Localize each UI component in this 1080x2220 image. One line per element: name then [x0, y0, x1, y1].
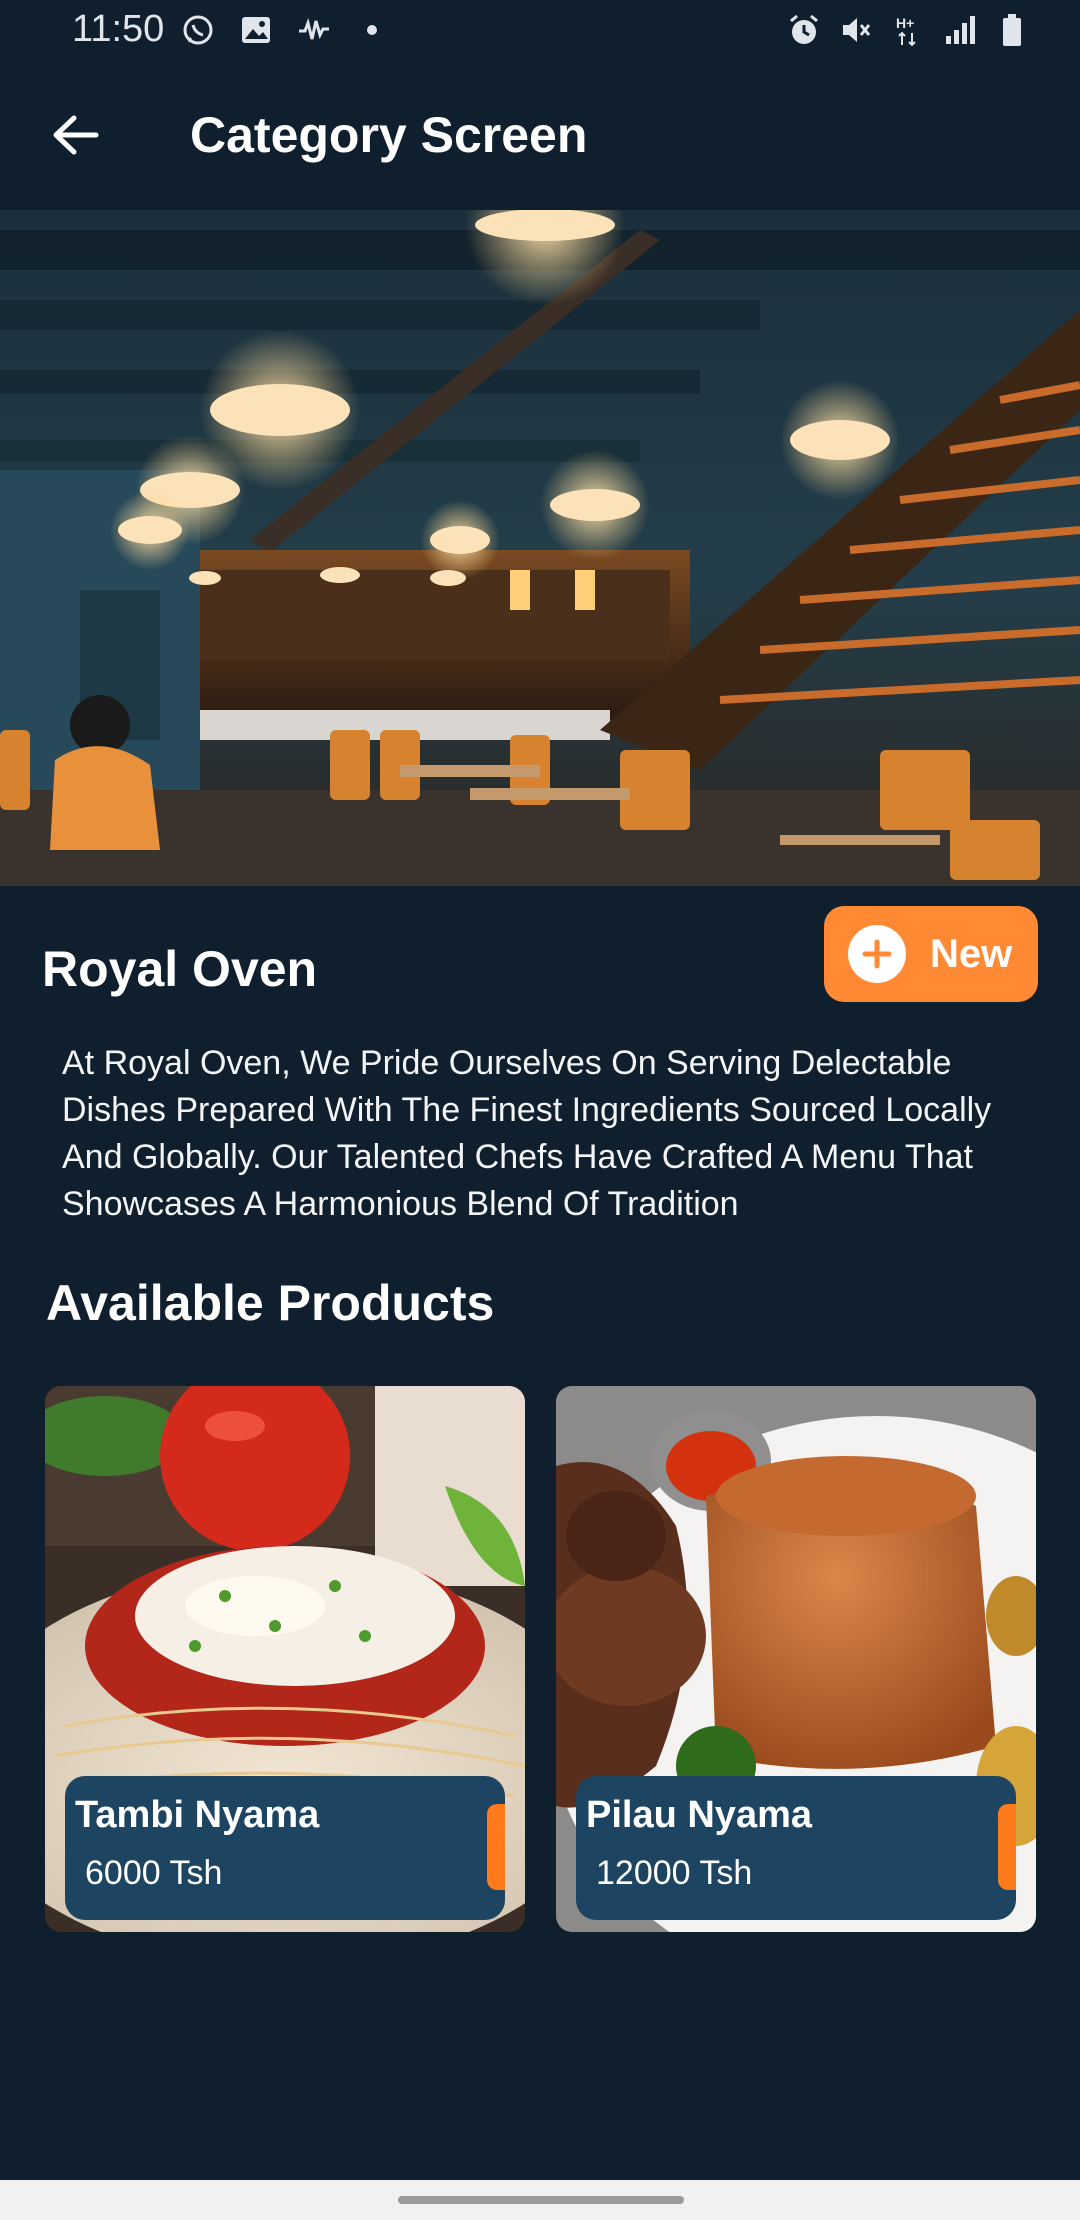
plus-circle-icon [848, 925, 906, 983]
gallery-icon [238, 12, 274, 48]
product-price: 6000 Tsh [85, 1854, 223, 1892]
home-gesture-handle[interactable] [398, 2196, 684, 2204]
product-name: Pilau Nyama [586, 1794, 812, 1836]
product-accent [487, 1804, 505, 1890]
product-card[interactable]: Tambi Nyama 6000 Tsh [45, 1386, 525, 1932]
section-title: Available Products [46, 1275, 495, 1331]
status-time: 11:50 [72, 8, 165, 50]
new-button[interactable]: New [824, 906, 1038, 1002]
whatsapp-icon [180, 12, 216, 48]
back-button[interactable] [40, 102, 110, 172]
dot-icon [354, 12, 390, 48]
app-bar: Category Screen [0, 62, 1080, 210]
product-info: Tambi Nyama 6000 Tsh [65, 1776, 505, 1920]
new-button-label: New [930, 931, 1013, 976]
navigation-bar [0, 2180, 1080, 2220]
svg-text:H+: H+ [896, 15, 914, 31]
hero-image [0, 210, 1080, 886]
voice-activity-icon [296, 12, 332, 48]
shop-name: Royal Oven [42, 941, 318, 997]
product-accent [998, 1804, 1016, 1890]
page-title: Category Screen [190, 107, 588, 163]
battery-icon [994, 12, 1030, 48]
mute-icon [838, 12, 874, 48]
status-bar: 11:50 H+ [0, 0, 1080, 62]
arrow-left-icon [50, 113, 100, 162]
alarm-icon [786, 12, 822, 48]
signal-icon [942, 12, 978, 48]
shop-description: At Royal Oven, We Pride Ourselves On Ser… [62, 1044, 992, 1223]
product-info: Pilau Nyama 12000 Tsh [576, 1776, 1016, 1920]
product-price: 12000 Tsh [596, 1854, 753, 1892]
network-hplus-icon: H+ [890, 12, 926, 48]
product-card[interactable]: Pilau Nyama 12000 Tsh [556, 1386, 1036, 1932]
product-name: Tambi Nyama [75, 1794, 320, 1836]
